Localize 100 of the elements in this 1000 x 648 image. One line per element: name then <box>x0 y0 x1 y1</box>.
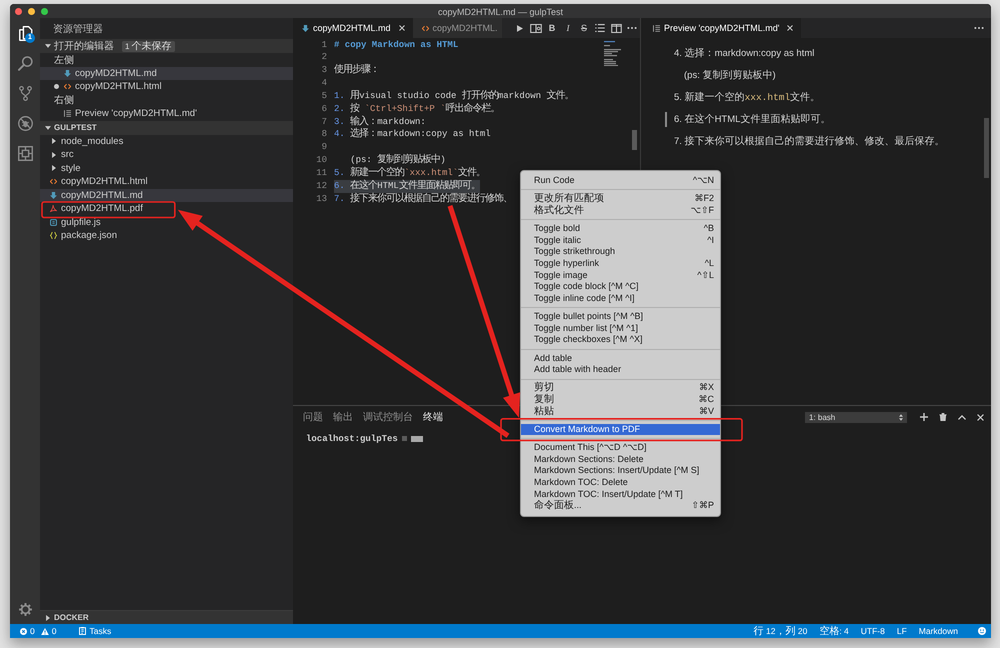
status-item[interactable]: UTF-8 <box>860 626 885 636</box>
status-item[interactable]: 行 12，列 20 <box>754 624 808 638</box>
warning-icon <box>40 628 49 634</box>
menu-item[interactable]: Toggle italic ^I <box>521 234 720 246</box>
menu-item[interactable]: 粘贴 ⌘V <box>521 406 720 418</box>
close-window-button[interactable] <box>14 8 22 14</box>
bold-button[interactable]: B <box>548 23 556 33</box>
section-header[interactable]: GULPTEST <box>40 120 293 134</box>
scrollbar-thumb[interactable] <box>632 130 637 150</box>
keyboard-shortcut: ^⌥N <box>692 175 714 187</box>
editor-tab[interactable]: Preview 'copyMD2HTML.md' <box>641 18 802 38</box>
search-icon[interactable] <box>18 56 32 70</box>
file-tree-item[interactable]: copyMD2HTML.pdf <box>40 202 293 216</box>
keyboard-shortcut: ^B <box>702 222 714 235</box>
section-header[interactable]: DOCKER <box>40 610 293 624</box>
editor-tab[interactable]: copyMD2HTML.md <box>293 18 413 38</box>
file-tree-item[interactable]: style <box>40 162 293 175</box>
close-icon[interactable] <box>787 25 794 31</box>
menu-item[interactable]: Toggle bold ^B <box>521 222 720 235</box>
line-number: 4 <box>322 77 327 90</box>
file-tree-item[interactable]: gulpfile.js <box>40 216 293 229</box>
menu-item[interactable]: Document This [^⌥D ^⌥D] <box>521 442 720 454</box>
menu-item[interactable]: Toggle bullet points [^M ^B] <box>521 311 720 323</box>
keyboard-shortcut: ⌘F2 <box>693 193 714 205</box>
menu-item[interactable]: Markdown TOC: Insert/Update [^M T] <box>521 488 720 500</box>
group-label: 左侧 <box>54 54 74 67</box>
settings-icon[interactable] <box>18 602 32 616</box>
close-icon[interactable] <box>977 414 984 420</box>
line-number: 5 <box>322 90 327 103</box>
extensions-icon[interactable] <box>18 146 32 160</box>
menu-item[interactable]: 更改所有匹配项 ⌘F2 <box>521 193 720 205</box>
menu-item[interactable]: Toggle strikethrough <box>521 246 720 258</box>
file-tree-item[interactable]: copyMD2HTML.md <box>40 188 293 202</box>
files-icon[interactable] <box>18 26 32 40</box>
section-header[interactable]: 打开的编辑器 1 个未保存 <box>40 39 293 53</box>
menu-item[interactable]: Toggle image ^⇧L <box>521 270 720 282</box>
trash-icon[interactable] <box>938 412 946 422</box>
open-editor-item[interactable]: Preview 'copyMD2HTML.md' <box>40 107 293 120</box>
file-tree-item[interactable]: node_modules <box>40 134 293 148</box>
add-icon[interactable] <box>920 413 928 421</box>
markdown-file-icon <box>302 24 309 32</box>
line-number: 6 <box>322 102 327 116</box>
editor-tab[interactable]: copyMD2HTML. <box>412 18 502 38</box>
menu-item[interactable]: Toggle code block [^M ^C] <box>521 281 720 293</box>
preview-paragraph: 6. 在这个HTML文件里面粘贴即可。 <box>674 112 830 126</box>
menu-item[interactable]: 复制 ⌘C <box>521 394 720 406</box>
panel-tab[interactable]: 调试控制台 <box>363 410 413 424</box>
file-tree-item[interactable]: package.json <box>40 229 293 242</box>
status-item[interactable]: LF <box>896 626 907 636</box>
menu-item[interactable]: Toggle inline code [^M ^I] <box>521 292 720 305</box>
menu-item[interactable]: 剪切 ⌘X <box>521 382 720 394</box>
menu-item[interactable]: Run Code ^⌥N <box>521 175 720 187</box>
code-line: 5. 新建一个空的`xxx.html`文件。 <box>334 166 486 180</box>
open-editor-item[interactable]: copyMD2HTML.md <box>40 66 293 80</box>
status-item[interactable]: Markdown <box>918 626 958 636</box>
open-editor-item[interactable]: copyMD2HTML.html <box>40 80 293 94</box>
code-brackets-icon <box>50 178 57 186</box>
list-icon[interactable] <box>595 24 605 32</box>
menu-item[interactable]: Markdown TOC: Delete <box>521 476 720 489</box>
menu-item[interactable]: Toggle checkboxes [^M ^X] <box>521 334 720 346</box>
menu-item[interactable]: Toggle number list [^M ^1] <box>521 322 720 334</box>
menu-item[interactable]: Markdown Sections: Delete <box>521 454 720 466</box>
preview-pane-icon[interactable] <box>530 24 542 32</box>
sidebar-title: 资源管理器 <box>53 22 103 36</box>
debug-icon[interactable] <box>18 116 32 130</box>
tasks-button[interactable]: Tasks <box>79 626 112 636</box>
keyboard-shortcut: ^⇧L <box>696 270 714 282</box>
status-item[interactable]: 空格: 4 <box>819 624 849 638</box>
keyboard-shortcut: ⌘C <box>698 394 714 406</box>
file-tree-item[interactable]: src <box>40 148 293 162</box>
panel-tab[interactable]: 终端 <box>423 410 443 424</box>
menu-item[interactable]: 格式化文件 ⌥⇧F <box>521 204 720 216</box>
code-line: 使用步骤： <box>334 64 379 78</box>
file-tree-item[interactable]: copyMD2HTML.html <box>40 175 293 188</box>
play-icon[interactable] <box>517 24 523 32</box>
error-count: 0 <box>30 626 35 636</box>
close-icon[interactable] <box>398 25 405 31</box>
source-control-icon[interactable] <box>18 86 32 100</box>
menu-item[interactable]: 命令面板... ⇧⌘P <box>521 500 720 512</box>
terminal-text: localhost:gulpTes <box>306 434 398 444</box>
menu-item[interactable]: Add table with header <box>521 364 720 376</box>
line-number: 8 <box>322 128 327 142</box>
zoom-window-button[interactable] <box>40 8 48 14</box>
terminal-select[interactable]: 1: bash <box>805 412 907 422</box>
caret-up-icon[interactable] <box>958 414 966 420</box>
strikethrough-button[interactable]: S <box>580 23 587 33</box>
menu-item[interactable]: Convert Markdown to PDF <box>521 424 720 436</box>
scrollbar-thumb[interactable] <box>984 118 989 178</box>
preview-paragraph: 5. 新建一个空的xxx.html文件。 <box>674 90 820 104</box>
minimap-drawing <box>604 41 621 66</box>
smiley-icon[interactable] <box>978 627 986 635</box>
italic-button[interactable]: I <box>566 23 570 33</box>
panel-tab[interactable]: 输出 <box>333 410 353 424</box>
menu-item[interactable]: Add table <box>521 352 720 364</box>
panel-tab[interactable]: 问题 <box>303 410 323 424</box>
minimize-window-button[interactable] <box>28 8 34 14</box>
menu-item[interactable]: Markdown Sections: Insert/Update [^M S] <box>521 465 720 477</box>
split-editor-icon[interactable] <box>610 24 622 32</box>
preview-paragraph: 4. 选择：markdown:copy as html <box>674 46 814 60</box>
menu-item[interactable]: Toggle hyperlink ^L <box>521 258 720 270</box>
